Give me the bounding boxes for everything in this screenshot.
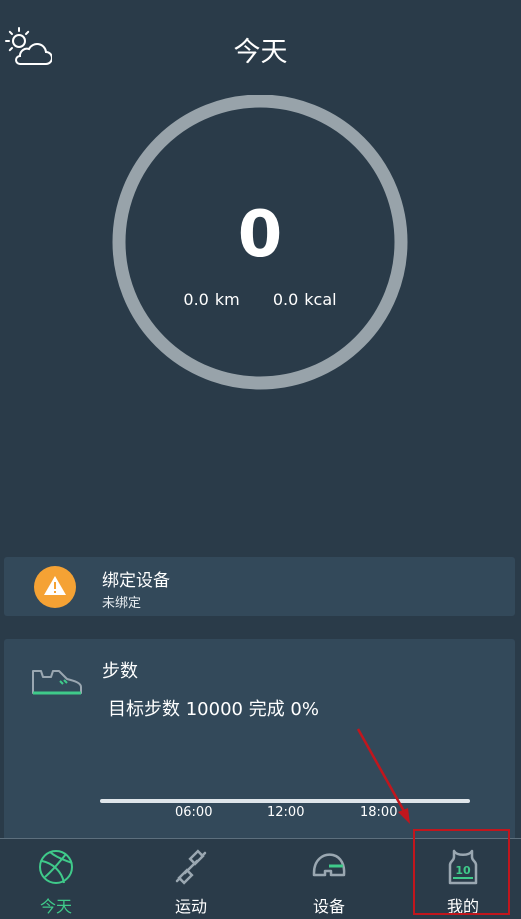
calorie-value: 0.0 — [272, 290, 299, 309]
dumbbell-icon — [175, 849, 207, 885]
bottom-tab-bar: 今天 运动 设备 10 我的 — [0, 838, 521, 919]
steps-goal-text: 目标步数 10000 完成 0% — [108, 699, 319, 720]
jersey-number: 10 — [455, 864, 471, 877]
tab-label: 运动 — [174, 897, 207, 916]
jersey-icon: 10 — [448, 849, 478, 885]
distance: 0.0 km — [183, 290, 239, 309]
header: 今天 — [0, 0, 521, 95]
distance-value: 0.0 — [183, 290, 209, 309]
helmet-icon — [312, 853, 346, 877]
page-title: 今天 — [233, 37, 288, 68]
shoe-icon — [32, 670, 82, 695]
timeline-tick: 12:00 — [267, 805, 305, 820]
tab-label: 我的 — [446, 897, 479, 916]
distance-unit: km — [214, 290, 240, 309]
tab-mine[interactable]: 10 我的 — [398, 839, 521, 919]
metrics-row: 0.0 km 0.0 kcal — [107, 290, 413, 309]
steps-card[interactable]: 步数 目标步数 10000 完成 0% 06:00 12:00 18:00 — [4, 639, 515, 838]
step-count: 0 — [237, 198, 283, 272]
bind-device-title: 绑定设备 — [102, 571, 170, 591]
steps-timeline — [100, 799, 470, 803]
bind-device-card[interactable]: 绑定设备 未绑定 — [4, 557, 515, 616]
warning-icon — [34, 566, 76, 608]
tab-device[interactable]: 设备 — [264, 839, 394, 919]
tab-sport[interactable]: 运动 — [126, 839, 256, 919]
steps-title: 步数 — [102, 661, 138, 682]
timeline-tick: 18:00 — [360, 805, 398, 820]
calories: 0.0 kcal — [273, 290, 337, 309]
tab-label: 今天 — [39, 897, 72, 916]
basketball-icon — [39, 850, 73, 884]
step-progress-ring: 0 0.0 km 0.0 kcal — [107, 95, 413, 390]
bind-device-status: 未绑定 — [102, 596, 142, 611]
timeline-tick: 06:00 — [175, 805, 213, 820]
tab-label: 设备 — [312, 897, 345, 916]
calorie-unit: kcal — [304, 290, 337, 309]
tab-today[interactable]: 今天 — [0, 839, 121, 919]
